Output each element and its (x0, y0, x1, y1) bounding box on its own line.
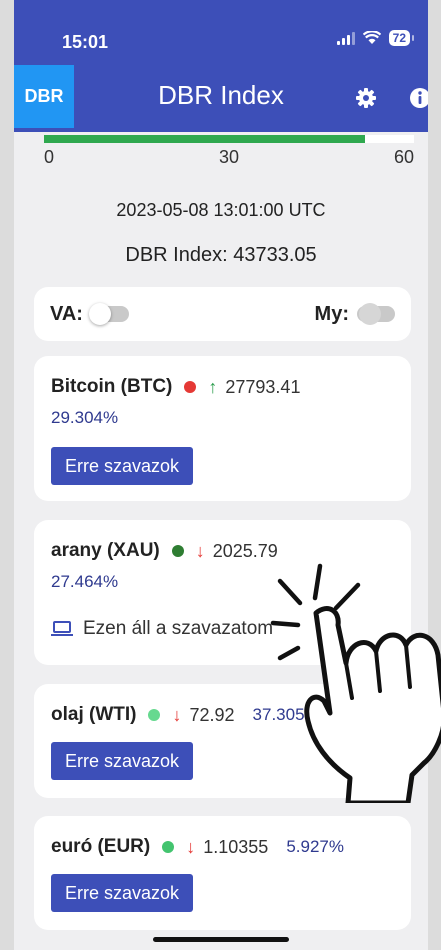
toggle-card: VA: My: (34, 287, 411, 341)
asset-card-xau: arany (XAU) ↓ 2025.79 27.464% Ezen áll a… (34, 520, 411, 665)
asset-row: euró (EUR) ↓ 1.10355 5.927% (51, 836, 401, 858)
index-value: DBR Index: 43733.05 (125, 244, 317, 266)
voted-text: Ezen áll a szavazatom (83, 618, 274, 639)
tick-label: 0 (44, 147, 55, 167)
status-time: 15:01 (62, 32, 109, 52)
asset-price: 72.92 (189, 704, 235, 725)
countdown-progress: 0 30 60 (44, 135, 414, 169)
asset-row: Bitcoin (BTC) ↑ 27793.41 (51, 376, 401, 398)
asset-price: 27793.41 (225, 376, 301, 397)
asset-percent: 29.304% (51, 408, 119, 427)
va-toggle[interactable] (88, 303, 129, 325)
tick-label: 30 (218, 147, 240, 167)
asset-row: olaj (WTI) ↓ 72.92 37.305% (51, 704, 401, 726)
status-dot (162, 841, 175, 853)
app-header: 15:01 72 DBR DBR Index (14, 0, 428, 132)
asset-card-eur: euró (EUR) ↓ 1.10355 5.927% Erre szavazo… (34, 816, 411, 930)
asset-percent: 5.927% (286, 837, 344, 856)
settings-button[interactable] (352, 84, 380, 112)
va-label: VA: (50, 302, 83, 325)
my-toggle[interactable] (357, 303, 395, 325)
info-button[interactable] (406, 84, 428, 112)
home-indicator (153, 937, 289, 942)
my-toggle-group: My: (315, 303, 395, 326)
arrow-down-icon: ↓ (195, 540, 205, 561)
vote-button[interactable]: Erre szavazok (51, 874, 194, 912)
app-screen: 15:01 72 DBR DBR Index 0 30 60 2023-05-0… (14, 0, 428, 950)
status-icons: 72 (336, 30, 415, 46)
asset-row: arany (XAU) ↓ 2025.79 (51, 540, 401, 562)
asset-percent: 37.305% (252, 705, 320, 724)
signal-icon (336, 31, 355, 45)
timestamp: 2023-05-08 13:01:00 UTC (116, 200, 326, 220)
wifi-icon (362, 31, 381, 44)
asset-percent: 27.464% (51, 572, 119, 591)
asset-name: arany (XAU) (51, 540, 160, 561)
progress-ticks: 0 30 60 (44, 147, 414, 169)
arrow-down-icon: ↓ (186, 836, 196, 857)
asset-card-btc: Bitcoin (BTC) ↑ 27793.41 29.304% Erre sz… (34, 356, 411, 501)
asset-card-wti: olaj (WTI) ↓ 72.92 37.305% Erre szavazok (34, 684, 411, 798)
asset-name: Bitcoin (BTC) (51, 376, 173, 397)
asset-name: olaj (WTI) (51, 704, 137, 725)
status-dot (184, 381, 197, 393)
gear-icon (356, 88, 376, 108)
va-toggle-group: VA: (50, 303, 129, 326)
vote-button[interactable]: Erre szavazok (51, 742, 194, 780)
tick-label: 60 (393, 147, 414, 167)
voted-indicator: Ezen áll a szavazatom (51, 618, 273, 640)
progress-fill (44, 135, 365, 143)
vote-button[interactable]: Erre szavazok (51, 447, 194, 485)
status-dot (148, 709, 161, 721)
status-dot (171, 545, 184, 557)
battery-icon: 72 (388, 30, 415, 46)
arrow-up-icon: ↑ (208, 376, 218, 397)
info-icon (410, 88, 428, 108)
toggle-knob (88, 303, 111, 325)
laptop-icon (51, 621, 73, 636)
my-label: My: (314, 302, 349, 325)
asset-price: 1.10355 (203, 836, 269, 857)
toggle-knob (359, 303, 381, 325)
progress-track (44, 135, 414, 143)
arrow-down-icon: ↓ (172, 704, 182, 725)
asset-price: 2025.79 (212, 540, 278, 561)
asset-name: euró (EUR) (51, 836, 151, 857)
